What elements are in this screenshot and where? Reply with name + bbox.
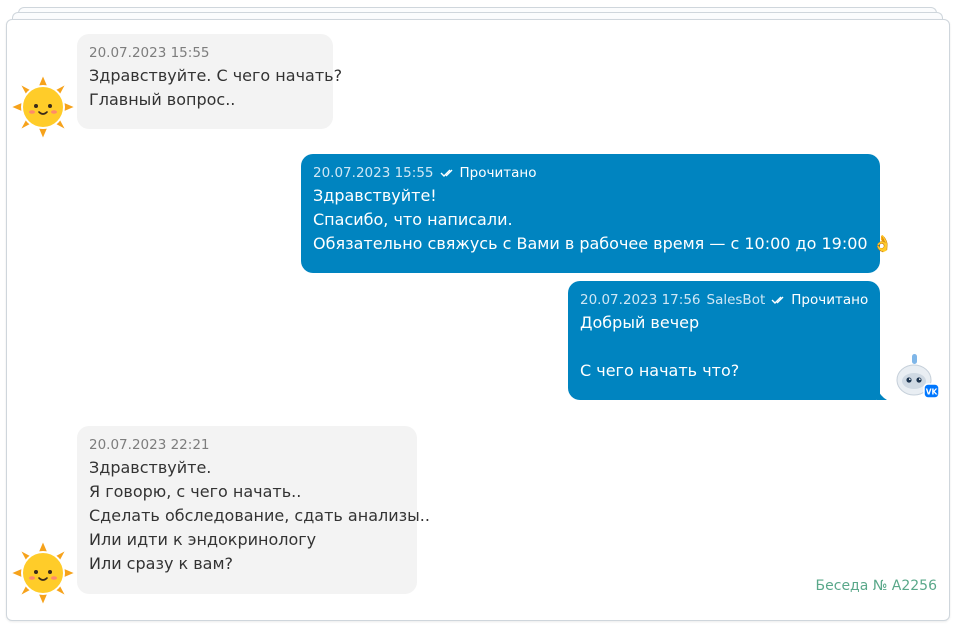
conversation-label: Беседа № A2256 (815, 578, 937, 594)
read-status-label: Прочитано (791, 292, 869, 308)
double-check-icon (771, 296, 784, 304)
message-timestamp: 20.07.2023 15:55 (89, 45, 210, 61)
sun-avatar-icon (8, 538, 78, 608)
message-text-line: Здравствуйте. С чего начать? (89, 66, 343, 85)
message-text-line: Здравствуйте. (89, 458, 212, 477)
message-text-line: Сделать обследование, сдать анализы.. (89, 506, 430, 525)
outgoing-message-1: 20.07.2023 15:55 Прочитано Здравствуйте!… (301, 154, 893, 273)
message-text: Обязательно свяжусь с Вами в рабочее вре… (313, 234, 868, 253)
ok-hand-emoji: 👌 (872, 234, 893, 253)
message-text-line: Добрый вечер (580, 313, 700, 332)
message-text-line: Или сразу к вам? (89, 554, 234, 573)
sun-avatar-icon (8, 72, 78, 142)
bubble-tail (877, 388, 887, 400)
message-text-line: Главный вопрос.. (89, 90, 236, 109)
message-text-line: Обязательно свяжусь с Вами в рабочее вре… (313, 232, 893, 256)
robot-avatar-icon: VK (896, 354, 940, 399)
read-status: Прочитано (440, 165, 537, 181)
outgoing-bot-message: 20.07.2023 17:56 SalesBot Прочитано Добр… (568, 281, 880, 400)
message-timestamp: 20.07.2023 15:55 (313, 165, 434, 181)
message-sender: SalesBot (706, 292, 766, 308)
double-check-icon (440, 169, 452, 177)
message-text-line: Я говорю, с чего начать.. (89, 482, 302, 501)
panel-stack-edge-2 (12, 12, 943, 19)
message-timestamp: 20.07.2023 22:21 (89, 437, 210, 453)
message-text-line: С чего начать что? (580, 361, 740, 380)
incoming-message-2: 20.07.2023 22:21 Здравствуйте. Я говорю,… (77, 426, 430, 594)
message-text-line: Спасибо, что написали. (313, 210, 513, 229)
read-status-label: Прочитано (459, 165, 537, 181)
vk-badge-text: VK (926, 388, 939, 397)
message-text-line (580, 335, 868, 359)
incoming-message-1: 20.07.2023 15:55 Здравствуйте. С чего на… (77, 34, 343, 129)
message-timestamp: 20.07.2023 17:56 (580, 292, 701, 308)
message-text-line: Здравствуйте! (313, 186, 437, 205)
read-status: Прочитано (771, 292, 868, 308)
message-text-line: Или идти к эндокринологу (89, 530, 317, 549)
